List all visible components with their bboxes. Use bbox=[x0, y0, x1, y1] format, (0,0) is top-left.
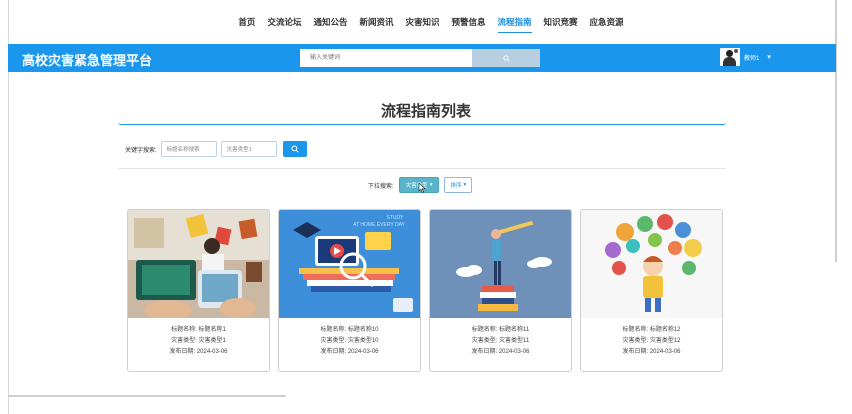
card-title-line: 标题名称: 标题名称11 bbox=[430, 325, 571, 336]
card-date-line: 发布日期: 2024-03-06 bbox=[430, 347, 571, 358]
nav-item-quiz[interactable]: 知识竞赛 bbox=[544, 12, 578, 33]
card-date-label: 发布日期: bbox=[169, 349, 196, 355]
guide-card[interactable]: 标题名称: 标题名称11 灾害类型: 灾害类型11 发布日期: 2024-03-… bbox=[429, 209, 572, 372]
card-title: 标题名称1 bbox=[198, 327, 226, 333]
card-date-label: 发布日期: bbox=[320, 349, 347, 355]
card-type-line: 灾害类型: 灾害类型11 bbox=[430, 336, 571, 347]
card-thumbnail[interactable] bbox=[430, 210, 571, 318]
nav-item-home[interactable]: 首页 bbox=[238, 12, 255, 33]
card-date: 2024-03-06 bbox=[649, 349, 681, 355]
user-name: 教师1 bbox=[744, 55, 760, 62]
search-icon bbox=[291, 145, 299, 153]
horizontal-scrollbar[interactable] bbox=[8, 395, 286, 397]
card-type-line: 灾害类型: 灾害类型12 bbox=[581, 336, 722, 347]
mouse-cursor-icon bbox=[418, 183, 426, 193]
dropdown-search-row: 下拉搜索: 灾害类型 ▾ 排序 ▾ bbox=[368, 177, 473, 193]
header-search bbox=[300, 49, 540, 67]
title-underline bbox=[118, 122, 726, 125]
guide-card[interactable]: 标题名称: 标题名称12 灾害类型: 灾害类型12 发布日期: 2024-03-… bbox=[580, 209, 723, 372]
card-title-label: 标题名称: bbox=[171, 327, 197, 333]
card-type: 灾害类型1 bbox=[198, 338, 226, 344]
top-nav: 首页 交流论坛 通知公告 新闻资讯 灾害知识 预警信息 流程指南 知识竞赛 应急… bbox=[0, 0, 852, 44]
study-overlay-text-1: STUDY bbox=[387, 215, 405, 221]
telescope-on-books-image bbox=[430, 210, 571, 318]
card-title: 标题名称11 bbox=[499, 327, 530, 333]
study-at-home-image: STUDY AT HOME EVERY DAY bbox=[279, 210, 420, 318]
card-title-label: 标题名称: bbox=[622, 327, 649, 333]
search-icon bbox=[502, 54, 510, 62]
filter-divider bbox=[118, 168, 726, 169]
nav-item-notice[interactable]: 通知公告 bbox=[313, 12, 347, 33]
card-title: 标题名称12 bbox=[649, 327, 681, 333]
card-date-line: 发布日期: 2024-03-06 bbox=[128, 347, 269, 358]
chevron-down-icon: ▾ bbox=[767, 54, 771, 61]
card-type: 灾害类型11 bbox=[499, 338, 530, 344]
classroom-image bbox=[128, 210, 269, 318]
card-date-line: 发布日期: 2024-03-06 bbox=[279, 347, 420, 358]
guide-card-list: 标题名称: 标题名称1 灾害类型: 灾害类型1 发布日期: 2024-03-06… bbox=[127, 209, 723, 372]
thinking-boy-image bbox=[581, 210, 722, 318]
nav-item-disaster-knowledge[interactable]: 灾害知识 bbox=[405, 12, 439, 33]
card-type-line: 灾害类型: 灾害类型10 bbox=[279, 336, 420, 347]
card-info: 标题名称: 标题名称11 灾害类型: 灾害类型11 发布日期: 2024-03-… bbox=[430, 318, 571, 358]
card-type: 灾害类型10 bbox=[347, 338, 379, 344]
card-date: 2024-03-06 bbox=[498, 349, 530, 355]
keyword-search-label: 关键字搜索: bbox=[125, 147, 157, 154]
card-type-label: 灾害类型: bbox=[171, 338, 197, 344]
card-date-label: 发布日期: bbox=[471, 349, 498, 355]
user-menu[interactable]: 教师1 ▾ bbox=[720, 48, 771, 66]
nav-item-news[interactable]: 新闻资讯 bbox=[359, 12, 393, 33]
header-search-button[interactable] bbox=[472, 49, 540, 67]
card-type-label: 灾害类型: bbox=[471, 338, 498, 344]
card-title-line: 标题名称: 标题名称12 bbox=[581, 325, 722, 336]
card-date: 2024-03-06 bbox=[347, 349, 379, 355]
card-info: 标题名称: 标题名称1 灾害类型: 灾害类型1 发布日期: 2024-03-06 bbox=[128, 318, 269, 358]
top-nav-list: 首页 交流论坛 通知公告 新闻资讯 灾害知识 预警信息 流程指南 知识竞赛 应急… bbox=[238, 12, 624, 33]
sort-dropdown[interactable]: 排序 ▾ bbox=[444, 177, 473, 193]
type-search-input[interactable]: 灾害类型1 bbox=[220, 141, 277, 157]
header-bar: 高校灾害紧急管理平台 教师1 ▾ bbox=[8, 44, 836, 72]
nav-item-forum[interactable]: 交流论坛 bbox=[267, 12, 301, 33]
keyword-search-button[interactable] bbox=[282, 141, 307, 157]
card-type-label: 灾害类型: bbox=[320, 338, 347, 344]
card-title: 标题名称10 bbox=[347, 327, 379, 333]
card-type: 灾害类型12 bbox=[649, 338, 681, 344]
card-date: 2024-03-06 bbox=[196, 349, 228, 355]
card-title-line: 标题名称: 标题名称1 bbox=[128, 325, 269, 336]
header-search-input[interactable] bbox=[300, 49, 472, 67]
card-type-line: 灾害类型: 灾害类型1 bbox=[128, 336, 269, 347]
card-info: 标题名称: 标题名称12 灾害类型: 灾害类型12 发布日期: 2024-03-… bbox=[581, 318, 722, 358]
card-info: 标题名称: 标题名称10 灾害类型: 灾害类型10 发布日期: 2024-03-… bbox=[279, 318, 420, 358]
dropdown-search-label: 下拉搜索: bbox=[368, 183, 394, 190]
card-date-label: 发布日期: bbox=[622, 349, 649, 355]
guide-card[interactable]: 标题名称: 标题名称1 灾害类型: 灾害类型1 发布日期: 2024-03-06 bbox=[127, 209, 270, 372]
card-title-line: 标题名称: 标题名称10 bbox=[279, 325, 420, 336]
nav-item-process-guide[interactable]: 流程指南 bbox=[497, 12, 532, 33]
study-overlay-text-2: AT HOME EVERY DAY bbox=[353, 222, 405, 228]
chevron-down-icon: ▾ bbox=[429, 182, 433, 188]
card-title-label: 标题名称: bbox=[471, 327, 498, 333]
card-thumbnail[interactable] bbox=[581, 210, 722, 318]
card-date-line: 发布日期: 2024-03-06 bbox=[581, 347, 722, 358]
disaster-type-dropdown[interactable]: 灾害类型 ▾ bbox=[398, 177, 440, 193]
nav-item-emergency-resources[interactable]: 应急资源 bbox=[590, 12, 624, 33]
page-title: 流程指南列表 bbox=[380, 103, 471, 120]
avatar bbox=[720, 48, 740, 66]
chevron-down-icon: ▾ bbox=[463, 182, 467, 188]
title-search-input[interactable]: 标题名称搜索 bbox=[160, 141, 217, 157]
card-title-label: 标题名称: bbox=[320, 327, 347, 333]
card-thumbnail[interactable] bbox=[128, 210, 269, 318]
brand-title: 高校灾害紧急管理平台 bbox=[22, 53, 153, 68]
nav-item-warning[interactable]: 预警信息 bbox=[452, 12, 486, 33]
card-thumbnail[interactable]: STUDY AT HOME EVERY DAY bbox=[279, 210, 420, 318]
card-type-label: 灾害类型: bbox=[622, 338, 649, 344]
sort-dropdown-label: 排序 bbox=[450, 183, 462, 189]
guide-card[interactable]: STUDY AT HOME EVERY DAY 标题名称: 标题名称10 灾害类… bbox=[278, 209, 421, 372]
keyword-search-row: 关键字搜索: 标题名称搜索 灾害类型1 bbox=[125, 141, 307, 157]
